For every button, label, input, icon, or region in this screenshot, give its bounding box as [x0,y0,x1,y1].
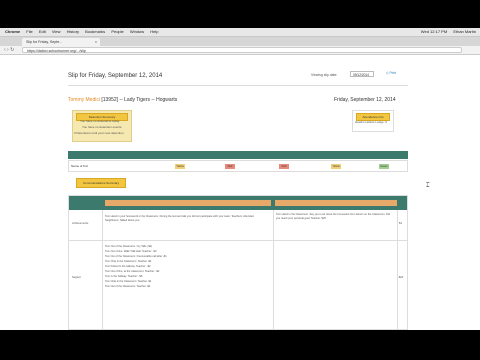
cell-text: Tom Out of the Classroom: Teacher -$2 [105,285,151,288]
divider [273,210,274,330]
letterbox-bottom [0,330,480,360]
cell-text: Tom Chat in the Classroom: Teacher -$2 [105,260,152,263]
cell-text: Tom In the hallway: Teacher: -$5 [105,275,143,278]
view-as-label: Viewing slip date: [311,73,338,77]
menu-file[interactable]: File [26,28,32,36]
summary-line: You have no detention events. [82,125,123,129]
behavior-grid-header [68,151,408,159]
column-header-left [105,200,271,206]
row-label: Neglect [72,276,81,279]
slip-date: Friday, September 12, 2014 [334,97,396,103]
cell-text: Tom Hand in your homework in the Classro… [105,215,255,222]
page-content: Slip for Friday, September 12, 2014 View… [0,55,480,330]
status-badge: Red [279,164,289,169]
url-input[interactable]: https://dalton.schoolrunner.org/.../slip [22,47,462,53]
attendance-line: Hawk's Hollow Lodge: 0 [355,120,387,124]
divider [397,210,398,330]
status-badge: Red [225,164,235,169]
menu-edit[interactable]: Edit [39,28,46,36]
menu-chrome[interactable]: Chrome [5,28,20,36]
close-icon[interactable]: × [95,38,97,46]
behavior-grid: Name of Kid Yellow Red Red Yellow Green [68,151,408,175]
cell-text: Tom Out of the Classroom. Cry Talk (-$2) [105,245,153,248]
transactions-table-header [69,196,407,210]
cell-text: Tom Out of the Classroom: Irrecoverable … [105,255,167,258]
cell-text: Tom Out of line, at the Classroom: Teach… [105,270,160,273]
menu-history[interactable]: History [67,28,79,36]
menubar-clock: Wed 12:17 PM [420,29,448,34]
row-label: Name of Kid [71,164,88,168]
divider [68,85,408,86]
divider [69,240,407,241]
student-heading: Tommy Medici [13952] -- Lady Tigers -- H… [68,97,177,103]
date-input[interactable]: 09/12/2014 [350,71,374,77]
divider [102,210,103,330]
row-value: -$20 [398,276,404,279]
print-link[interactable]: ⎙ Print [386,71,396,75]
summary-line: You have no detentions today. [80,119,121,123]
browser-tab[interactable]: Slip for Friday, Septe... × [22,38,100,46]
address-bar-row: ‹ › ↻ https://dalton.schoolrunner.org/..… [0,46,480,55]
status-badge: Yellow [175,164,185,169]
menubar-user[interactable]: Ethan Martin [453,28,476,36]
tab-title: Slip for Friday, Septe... [26,40,63,44]
cell-text: Tom Kicked in the hallway. Teacher: -$2 [105,265,151,268]
mac-menubar: Chrome File Edit View History Bookmarks … [0,28,480,37]
row-value: $3 [399,222,402,225]
back-forward-icons[interactable]: ‹ › ↻ [4,46,14,54]
row-label: Achievements [72,222,89,225]
status-badge: Green [379,164,389,169]
menu-view[interactable]: View [52,28,61,36]
table-row: Name of Kid Yellow Red Red Yellow Green [68,160,408,172]
menu-people[interactable]: People [111,28,123,36]
cell-text: Tom Hand in the Classroom. Say yes to al… [276,213,390,220]
menu-bookmarks[interactable]: Bookmarks [85,28,105,36]
page-title: Slip for Friday, September 12, 2014 [68,73,163,79]
communications-summary-button[interactable]: Communications Summary [76,178,126,188]
cell-text: Tom Chat in the Classroom: Teacher -$1 [105,280,152,283]
column-header-right [275,200,397,206]
mouse-cursor-icon: ⌶ [426,183,430,189]
browser-tabstrip: Slip for Friday, Septe... × [0,37,480,46]
menu-help[interactable]: Help [150,28,158,36]
student-name-link[interactable]: Tommy Medici [68,97,100,103]
menu-window[interactable]: Window [130,28,144,36]
print-label: Print [389,71,396,75]
cell-text: Tom Out of line. Walk THE Hall. Teacher:… [105,250,157,253]
student-details: [13952] -- Lady Tigers -- Hogwarts [99,97,178,103]
summary-line: 0 Detentions until your next detention. [74,131,125,135]
transactions-table: Achievements $3 Tom Hand in your homewor… [68,195,408,330]
status-badge: Yellow [331,164,341,169]
